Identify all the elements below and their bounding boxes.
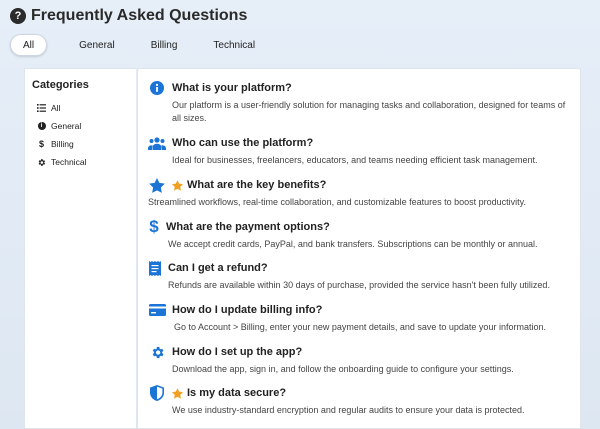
faq-item[interactable]: Is my data secure? We use industry-stand… <box>148 385 572 417</box>
faq-question: Who can use the platform? <box>172 137 314 149</box>
faq-question: What is your platform? <box>172 82 292 94</box>
dollar-icon: $ <box>149 217 159 236</box>
faq-answer: We accept credit cards, PayPal, and bank… <box>168 239 538 249</box>
gear-icon <box>37 158 46 167</box>
dollar-icon: $ <box>38 139 44 149</box>
list-icon <box>37 104 46 112</box>
page-header: ? Frequently Asked Questions <box>10 7 247 25</box>
categories-sidebar: Categories All i General $ Billing Techn… <box>24 68 136 429</box>
gear-icon <box>148 344 166 360</box>
page-title: Frequently Asked Questions <box>31 7 248 24</box>
sidebar-title: Categories <box>32 79 89 91</box>
star-icon <box>148 177 166 193</box>
faq-answer: Download the app, sign in, and follow th… <box>172 364 514 374</box>
faq-item[interactable]: What are the key benefits? Streamlined w… <box>148 177 568 209</box>
sidebar-item-technical[interactable]: Technical <box>25 153 136 171</box>
question-icon: ? <box>10 8 26 24</box>
info-icon <box>148 80 166 96</box>
category-list: All i General $ Billing Technical <box>25 99 136 171</box>
tab-general[interactable]: General <box>65 34 129 56</box>
faq-question: What are the payment options? <box>166 221 330 233</box>
faq-item[interactable]: $ What are the payment options? We accep… <box>148 217 568 251</box>
tab-billing[interactable]: Billing <box>137 34 192 56</box>
featured-star-icon <box>172 387 183 399</box>
tab-technical[interactable]: Technical <box>199 34 269 56</box>
users-icon <box>148 135 166 151</box>
tab-all[interactable]: All <box>10 34 48 56</box>
faq-item[interactable]: How do I update billing info? Go to Acco… <box>148 302 574 334</box>
featured-star-icon <box>172 179 183 191</box>
sidebar-item-label: Billing <box>51 139 74 149</box>
faq-item[interactable]: How do I set up the app? Download the ap… <box>148 344 572 376</box>
faq-item[interactable]: Can I get a refund? Refunds are availabl… <box>148 260 568 292</box>
faq-list: What is your platform? Our platform is a… <box>137 68 581 429</box>
sidebar-item-billing[interactable]: $ Billing <box>25 135 136 153</box>
faq-question: Is my data secure? <box>187 387 287 399</box>
faq-answer: Refunds are available within 30 days of … <box>168 280 550 290</box>
sidebar-item-general[interactable]: i General <box>25 117 136 135</box>
info-icon: i <box>37 122 46 130</box>
credit-card-icon <box>148 302 166 318</box>
faq-item[interactable]: What is your platform? Our platform is a… <box>148 80 572 125</box>
sidebar-item-all[interactable]: All <box>25 99 136 117</box>
faq-question: How do I set up the app? <box>172 346 303 358</box>
faq-answer: Streamlined workflows, real-time collabo… <box>148 197 527 207</box>
sidebar-item-label: Technical <box>51 157 87 167</box>
receipt-icon <box>148 260 162 276</box>
faq-question: Can I get a refund? <box>168 262 268 274</box>
shield-icon <box>148 385 166 401</box>
filter-tabs: All General Billing Technical <box>10 34 269 56</box>
faq-question: How do I update billing info? <box>172 304 323 316</box>
faq-answer: Our platform is a user-friendly solution… <box>172 100 566 123</box>
faq-answer: We use industry-standard encryption and … <box>172 405 525 415</box>
sidebar-item-label: General <box>51 121 82 131</box>
sidebar-item-label: All <box>51 103 61 113</box>
faq-question: What are the key benefits? <box>187 179 327 191</box>
faq-answer: Ideal for businesses, freelancers, educa… <box>172 155 538 165</box>
faq-item[interactable]: Who can use the platform? Ideal for busi… <box>148 135 572 167</box>
faq-answer: Go to Account > Billing, enter your new … <box>174 322 546 332</box>
